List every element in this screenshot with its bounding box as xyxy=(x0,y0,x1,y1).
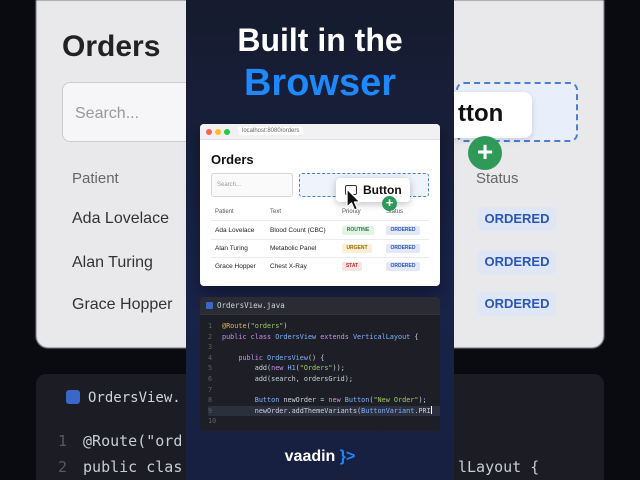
code-body[interactable]: 1 @Route("orders") 2 public class OrdersVi… xyxy=(200,315,440,427)
line-number: 3 xyxy=(208,343,213,352)
priority-badge: STAT xyxy=(342,262,362,271)
code-line: 1 @Route("orders") xyxy=(208,322,288,330)
java-file-icon xyxy=(206,302,213,309)
code-line: 7 xyxy=(208,385,440,396)
text-cursor xyxy=(430,405,432,414)
bg-status-badge: ORDERED xyxy=(478,292,556,316)
page-title: Orders xyxy=(211,152,254,167)
line-number: 10 xyxy=(208,417,217,426)
address-bar[interactable]: localhost:8080/orders xyxy=(238,127,304,135)
line-number: 1 xyxy=(208,322,213,330)
cell-patient: Alan Turing xyxy=(215,245,248,252)
headline-line2: Browser xyxy=(243,62,397,104)
bg-code-line: lLayout { xyxy=(458,458,540,476)
code-line: 3 xyxy=(208,342,440,353)
code-line: 6 add(search, ordersGrid); xyxy=(208,374,353,383)
file-name: OrdersView.java xyxy=(217,301,285,310)
line-number: 6 xyxy=(208,374,213,383)
java-file-icon xyxy=(66,390,80,404)
logo-mark: }> xyxy=(339,448,356,465)
search-input[interactable]: Search... xyxy=(211,173,293,197)
cell-patient: Grace Hopper xyxy=(215,263,256,270)
bg-status-badge: ORDERED xyxy=(478,250,556,274)
bg-editor-tab: OrdersView. xyxy=(66,390,181,406)
code-line: 5 add(new H1("Orders")); xyxy=(208,364,345,373)
line-number: 7 xyxy=(208,385,213,394)
browser-toolbar: localhost:8080/orders xyxy=(200,124,440,140)
status-badge: ORDERED xyxy=(386,262,420,271)
cell-text: Chest X-Ray xyxy=(270,263,307,270)
code-line-active: 9 newOrder.addThemeVariants(ButtonVarian… xyxy=(208,405,440,417)
status-badge: ORDERED xyxy=(386,226,420,235)
logo-text: vaadin xyxy=(284,448,336,465)
line-number: 5 xyxy=(208,364,213,373)
line-number: 8 xyxy=(208,396,213,405)
priority-badge: URGENT xyxy=(342,244,372,253)
line-number: 9 xyxy=(208,406,213,415)
bg-row-patient: Ada Lovelace xyxy=(72,210,169,227)
bg-plus-icon: + xyxy=(468,136,502,170)
cell-text: Blood Count (CBC) xyxy=(270,227,326,234)
bg-col-patient: Patient xyxy=(72,170,119,187)
line-number: 4 xyxy=(208,353,213,362)
bg-line-number: 2 xyxy=(58,458,68,476)
close-dot-icon[interactable] xyxy=(206,129,212,135)
mouse-pointer-icon xyxy=(346,188,361,211)
plus-icon: + xyxy=(382,196,397,211)
grid-divider xyxy=(211,257,429,258)
bg-search-input: Search... xyxy=(62,82,202,142)
bg-status-badge: ORDERED xyxy=(478,207,556,231)
bg-row-patient: Alan Turing xyxy=(72,254,153,271)
code-line: 2 public class OrdersView extends Vertica… xyxy=(208,332,419,341)
priority-badge: ROUTINE xyxy=(342,226,374,235)
bg-page-title: Orders xyxy=(62,30,161,63)
minimize-dot-icon[interactable] xyxy=(215,129,221,135)
headline-line1: Built in the xyxy=(237,22,403,58)
bg-file-name: OrdersView. xyxy=(88,390,181,406)
bg-row-patient: Grace Hopper xyxy=(72,296,173,313)
bg-line-number: 1 xyxy=(58,432,68,450)
code-line: 10 xyxy=(208,416,440,427)
bg-code-line: 2 public clas xyxy=(58,458,182,476)
code-editor: OrdersView.java 1 @Route("orders") 2 publi… xyxy=(200,297,440,431)
dragged-button-label: Button xyxy=(363,183,402,197)
bg-code-text: @Route("ord xyxy=(83,432,183,450)
status-badge: ORDERED xyxy=(386,244,420,253)
grid-divider xyxy=(211,239,429,240)
bg-col-status: Status xyxy=(476,170,519,187)
col-patient: Patient xyxy=(215,209,234,215)
cell-text: Metabolic Panel xyxy=(270,245,317,252)
col-text: Text xyxy=(270,209,282,215)
line-number: 2 xyxy=(208,332,213,341)
cell-patient: Ada Lovelace xyxy=(215,227,255,234)
bg-code-line: 1 @Route("ord xyxy=(58,432,182,450)
vaadin-logo: vaadin }> xyxy=(186,448,454,466)
code-line: 8 Button newOrder = new Button("New Orde… xyxy=(208,396,427,405)
editor-tab[interactable]: OrdersView.java xyxy=(200,297,440,315)
code-line: 4 public OrdersView() { xyxy=(208,353,325,362)
grid-divider xyxy=(211,220,429,221)
maximize-dot-icon[interactable] xyxy=(224,129,230,135)
bg-code-text: public clas xyxy=(83,458,183,476)
